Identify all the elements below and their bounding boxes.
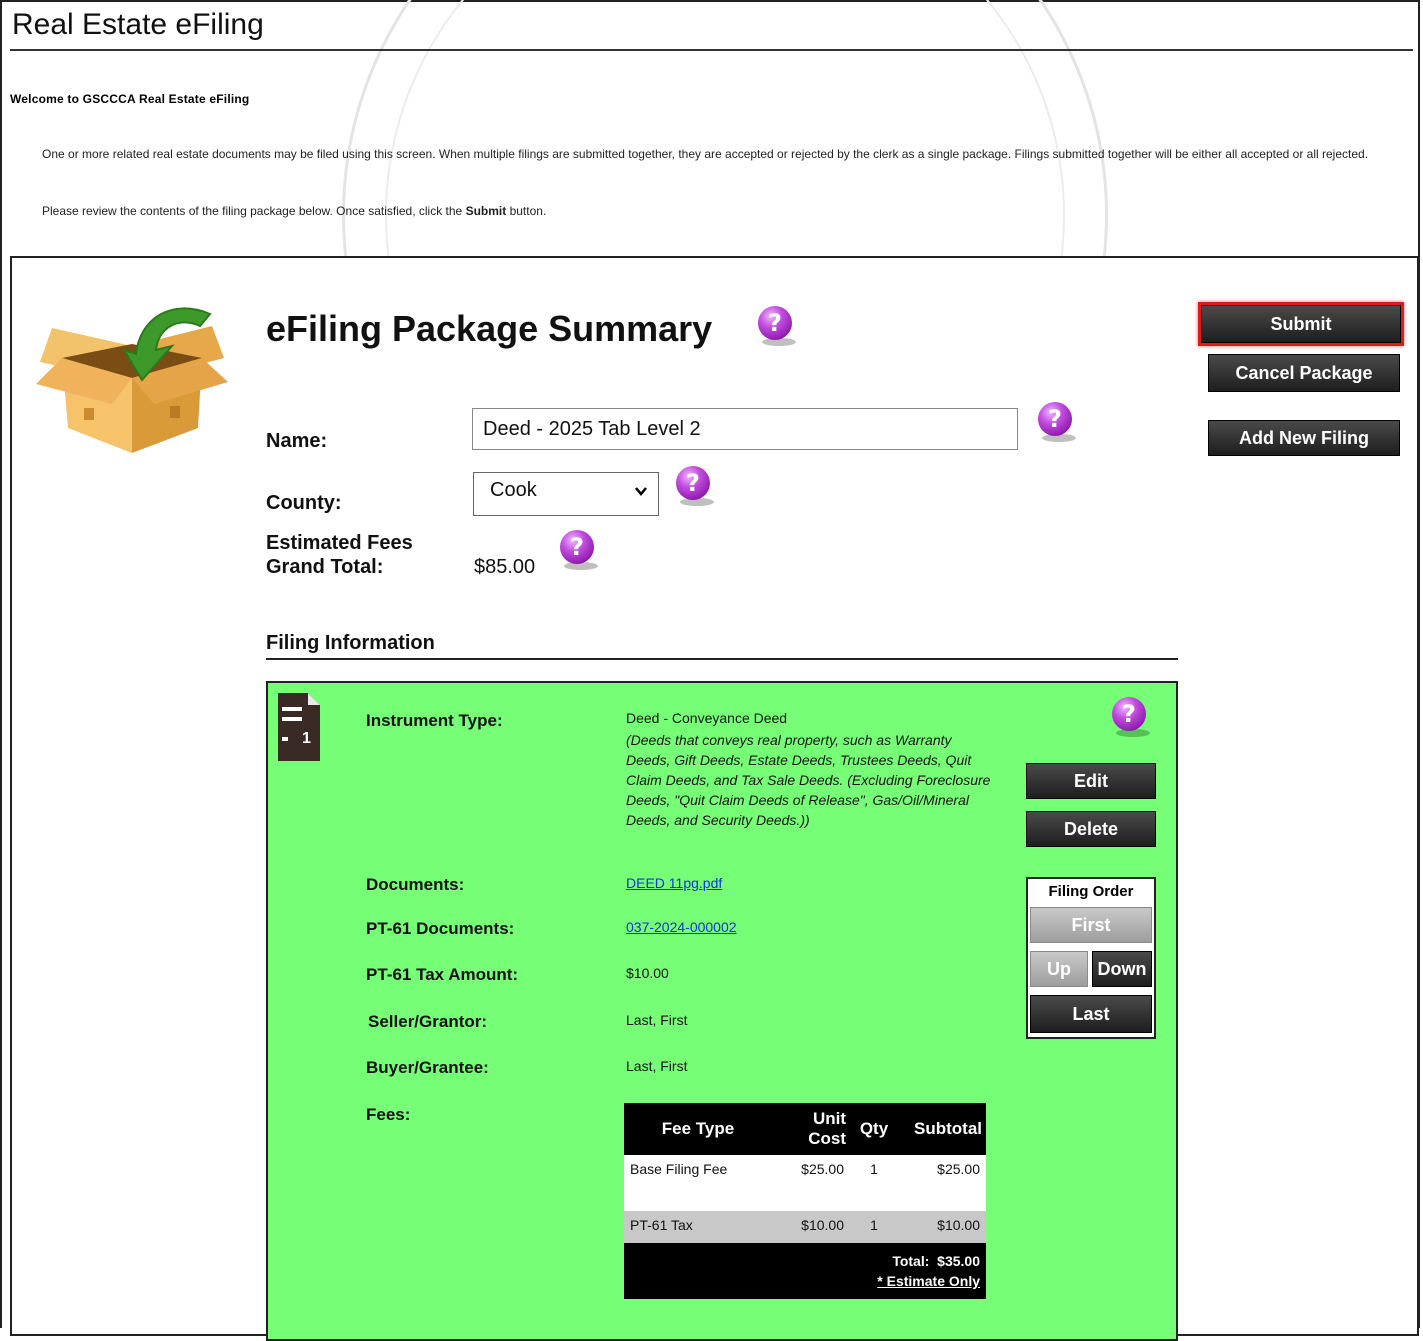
filing-info-heading: Filing Information [266, 632, 435, 654]
instrument-type-label: Instrument Type: [366, 711, 503, 730]
table-row: Base Filing Fee $25.00 1 $25.00 [624, 1155, 986, 1211]
package-summary-title: eFiling Package Summary [266, 308, 713, 349]
pt61-document-link[interactable]: 037-2024-000002 [626, 919, 737, 935]
add-new-filing-button[interactable]: Add New Filing [1208, 420, 1400, 456]
filing-card: 1 Instrument Type: Deed - Conveyance Dee… [266, 681, 1178, 1341]
package-name-input[interactable] [472, 408, 1018, 450]
pt61-tax-value: $10.00 [626, 965, 669, 981]
buyer-label: Buyer/Grantee: [366, 1058, 489, 1077]
buyer-value: Last, First [626, 1058, 688, 1074]
page-frame: Real Estate eFiling Welcome to GSCCCA Re… [0, 0, 1420, 1341]
instrument-description: (Deeds that conveys real property, such … [626, 732, 991, 828]
fees-label: Fees: [366, 1105, 411, 1124]
subtotal-cell: $25.00 [898, 1155, 986, 1211]
order-last-button[interactable]: Last [1030, 995, 1152, 1033]
subtotal-header: Subtotal [898, 1103, 986, 1155]
unit-cost-cell: $10.00 [772, 1211, 850, 1243]
fee-type-cell: PT-61 Tax [624, 1211, 772, 1243]
help-question-icon[interactable]: ? [756, 306, 796, 350]
edit-button[interactable]: Edit [1026, 763, 1156, 799]
county-select[interactable]: Cook [473, 472, 659, 516]
order-first-button[interactable]: First [1030, 907, 1152, 943]
unit-cost-header: Unit Cost [772, 1103, 850, 1155]
subtotal-cell: $10.00 [898, 1211, 986, 1243]
filing-order-title: Filing Order [1048, 883, 1134, 900]
title-divider [10, 49, 1413, 51]
package-box-icon [36, 307, 228, 453]
review-instructions: Please review the contents of the filing… [42, 204, 547, 218]
fees-label-2: Grand Total: [266, 556, 384, 578]
page-title: Real Estate eFiling [12, 8, 264, 41]
document-link[interactable]: DEED 11pg.pdf [626, 875, 722, 891]
fees-label: Estimated Fees [266, 532, 413, 554]
package-panel: eFiling Package Summary ? Submit Cancel … [10, 256, 1419, 1341]
pt61-tax-label: PT-61 Tax Amount: [366, 965, 519, 984]
county-label: County: [266, 492, 342, 514]
table-row: PT-61 Tax $10.00 1 $10.00 [624, 1211, 986, 1243]
delete-button[interactable]: Delete [1026, 811, 1156, 847]
county-selected-value: Cook [490, 479, 537, 501]
pt61-documents-label: PT-61 Documents: [366, 919, 515, 938]
unit-cost-cell: $25.00 [772, 1155, 850, 1211]
filing-number: 1 [302, 730, 311, 747]
pt61-documents-value: 037-2024-000002 [626, 919, 737, 935]
instrument-type-value: Deed - Conveyance Deed [626, 710, 788, 726]
order-up-button[interactable]: Up [1030, 951, 1088, 987]
welcome-heading: Welcome to GSCCCA Real Estate eFiling [10, 92, 250, 106]
total-label: Total: [892, 1253, 930, 1269]
fee-table-header: Fee Type Unit Cost Qty Subtotal [624, 1103, 986, 1155]
fee-total-row: Total: $35.00 * Estimate Only [624, 1243, 986, 1299]
submit-button[interactable]: Submit [1201, 305, 1401, 343]
qty-header: Qty [850, 1103, 898, 1155]
seller-value: Last, First [626, 1012, 688, 1028]
documents-label: Documents: [366, 875, 465, 894]
grand-total-value: $85.00 [474, 556, 536, 578]
seller-label: Seller/Grantor: [368, 1012, 488, 1031]
order-down-button[interactable]: Down [1092, 951, 1152, 987]
help-question-icon[interactable]: ? [558, 530, 598, 574]
fee-table: Fee Type Unit Cost Qty Subtotal Base Fil… [624, 1103, 986, 1299]
help-question-icon[interactable]: ? [1110, 697, 1150, 741]
document-icon [278, 693, 320, 761]
help-question-icon[interactable]: ? [674, 466, 714, 510]
qty-cell: 1 [850, 1211, 898, 1243]
fee-total-cell: Total: $35.00 * Estimate Only [624, 1243, 986, 1299]
qty-cell: 1 [850, 1155, 898, 1211]
fee-type-cell: Base Filing Fee [624, 1155, 772, 1211]
intro-text: One or more related real estate document… [42, 147, 1369, 161]
section-divider [266, 658, 1178, 660]
estimate-only-link[interactable]: * Estimate Only [877, 1273, 980, 1289]
total-value: $35.00 [937, 1253, 980, 1269]
fee-type-header: Fee Type [624, 1103, 772, 1155]
chevron-down-icon [635, 487, 647, 496]
documents-value: DEED 11pg.pdf [626, 875, 722, 891]
filing-order-box: Filing Order First Up Down Last [1026, 877, 1156, 1039]
name-label: Name: [266, 430, 328, 452]
help-question-icon[interactable]: ? [1036, 402, 1076, 446]
submit-highlight: Submit [1198, 302, 1404, 346]
cancel-package-button[interactable]: Cancel Package [1208, 354, 1400, 392]
